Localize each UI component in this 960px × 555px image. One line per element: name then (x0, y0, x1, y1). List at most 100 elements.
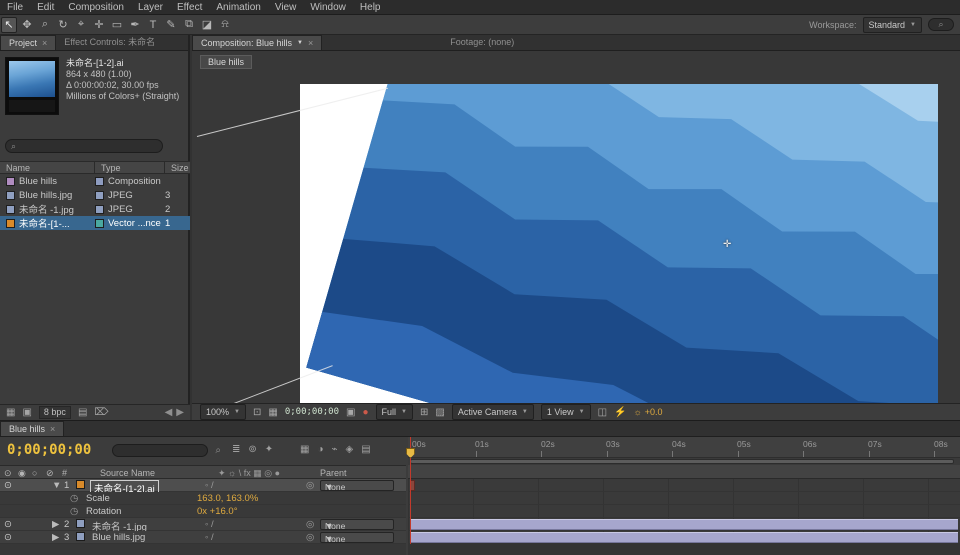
eye-icon[interactable]: ⊙ (4, 519, 12, 530)
channel-icon[interactable]: ● (362, 407, 368, 418)
tab-composition[interactable]: Composition: Blue hills ▼ × (192, 35, 322, 50)
resolution-dropdown[interactable]: Full ▼ (376, 404, 413, 420)
menu-edit[interactable]: Edit (30, 0, 61, 15)
eraser-tool-icon[interactable]: ◪ (199, 17, 215, 33)
eye-icon[interactable]: ⊙ (4, 480, 12, 491)
track-row-rotation[interactable] (408, 505, 960, 518)
layer-row-2[interactable]: ⊙ ▶ 2 未命名 -1.jpg ◦ / ◎ None ▼ (0, 518, 406, 531)
draft-3d-icon[interactable]: ⊚ (248, 444, 256, 455)
safe-guides-icon[interactable]: ⊡ (253, 407, 261, 418)
column-header-source-name[interactable]: Source Name (100, 468, 155, 478)
camera-tool-icon[interactable]: ⌖ (73, 17, 89, 33)
new-composition-icon[interactable]: ▤ (78, 407, 87, 418)
parent-dropdown[interactable]: None ▼ (320, 480, 394, 491)
project-row-untitled-ai[interactable]: 未命名-[1-... Vector ...nce 1 (0, 216, 190, 230)
menu-view[interactable]: View (268, 0, 304, 15)
close-icon[interactable]: × (308, 36, 313, 51)
scroll-left-icon[interactable]: ◀ (165, 407, 173, 418)
timeline-search-input[interactable]: ⌕ (112, 444, 208, 457)
snapshot-icon[interactable]: ▣ (346, 407, 355, 418)
layer-2-duration-bar[interactable] (410, 519, 958, 530)
zoom-tool-icon[interactable]: ⌕ (37, 17, 53, 33)
track-row-scale[interactable] (408, 492, 960, 505)
layer-switches[interactable]: ◦ / (205, 532, 214, 543)
parent-pickwhip-icon[interactable]: ◎ (306, 532, 314, 543)
region-of-interest-icon[interactable]: ⊞ (420, 407, 428, 418)
hand-tool-icon[interactable]: ✥ (19, 17, 35, 33)
frame-blend-icon[interactable]: ▦ (300, 444, 309, 455)
property-row-scale[interactable]: ◷ Scale 163.0, 163.0% (0, 492, 406, 505)
brush-tool-icon[interactable]: ✎ (163, 17, 179, 33)
brainstorm-icon[interactable]: ⌁ (332, 444, 338, 455)
twirl-closed-icon[interactable]: ▶ (52, 519, 59, 530)
exposure-control[interactable]: ☼ +0.0 (634, 407, 663, 417)
transparency-grid-icon[interactable]: ▨ (435, 407, 444, 418)
menu-composition[interactable]: Composition (61, 0, 131, 15)
pixel-aspect-icon[interactable]: ◫ (598, 407, 607, 418)
column-header-parent[interactable]: Parent (320, 468, 347, 478)
grid-icon[interactable]: ▦ (268, 407, 277, 418)
parent-dropdown[interactable]: None ▼ (320, 519, 394, 530)
magnification-dropdown[interactable]: 100% ▼ (200, 404, 246, 420)
project-row-blue-hills-jpg[interactable]: Blue hills.jpg JPEG 3 (0, 188, 190, 202)
parent-pickwhip-icon[interactable]: ◎ (306, 480, 314, 491)
layer-switches[interactable]: ◦ / (205, 519, 214, 530)
tab-timeline-blue-hills[interactable]: Blue hills × (0, 421, 64, 436)
hide-shy-icon[interactable]: ✦ (265, 444, 273, 455)
bit-depth-button[interactable]: 8 bpc (39, 406, 71, 419)
motion-blur-icon[interactable]: ◑ (317, 444, 323, 455)
auto-keyframe-icon[interactable]: ◈ (346, 444, 354, 455)
parent-pickwhip-icon[interactable]: ◎ (306, 519, 314, 530)
footage-name[interactable]: 未命名-[1-2].ai (66, 58, 186, 69)
type-tool-icon[interactable]: T (145, 17, 161, 33)
composition-mini-flowchart-icon[interactable]: ≣ (232, 444, 240, 455)
column-header-index[interactable]: # (62, 468, 67, 478)
column-header-size[interactable]: Size (165, 162, 190, 173)
graph-editor-icon[interactable]: ▤ (361, 444, 370, 455)
stopwatch-icon[interactable]: ◷ (70, 493, 78, 504)
rotated-layer-image[interactable] (306, 84, 938, 403)
interpret-footage-icon[interactable]: ▦ (6, 407, 15, 418)
mask-tool-icon[interactable]: ▭ (109, 17, 125, 33)
project-row-untitled-jpg[interactable]: 未命名 -1.jpg JPEG 2 (0, 202, 190, 216)
layer-row-3[interactable]: ⊙ ▶ 3 Blue hills.jpg ◦ / ◎ None ▼ (0, 531, 406, 544)
workspace-dropdown[interactable]: Standard ▼ (863, 17, 922, 33)
work-area-bar[interactable] (410, 459, 954, 464)
composition-canvas[interactable] (300, 84, 938, 403)
rotation-value[interactable]: 0x +16.0° (197, 506, 238, 517)
track-row-layer-2[interactable] (408, 518, 960, 531)
camera-dropdown[interactable]: Active Camera ▼ (452, 404, 534, 420)
current-time-display[interactable]: 0;00;00;00 (7, 442, 91, 458)
tab-effect-controls[interactable]: Effect Controls: 未命名 (56, 35, 163, 50)
column-header-type[interactable]: Type (95, 162, 165, 173)
layer-3-duration-bar[interactable] (410, 532, 958, 543)
property-row-rotation[interactable]: ◷ Rotation 0x +16.0° (0, 505, 406, 518)
menu-animation[interactable]: Animation (209, 0, 267, 15)
clone-stamp-tool-icon[interactable]: ⧉ (181, 17, 197, 33)
stopwatch-icon[interactable]: ◷ (70, 506, 78, 517)
twirl-open-icon[interactable]: ▼ (52, 480, 61, 491)
pen-tool-icon[interactable]: ✒ (127, 17, 143, 33)
selection-tool-icon[interactable]: ↖ (1, 17, 17, 33)
twirl-closed-icon[interactable]: ▶ (52, 532, 59, 543)
menu-window[interactable]: Window (303, 0, 353, 15)
puppet-tool-icon[interactable]: ⍾ (217, 17, 233, 33)
track-row-layer-3[interactable] (408, 531, 960, 544)
project-row-blue-hills-comp[interactable]: Blue hills Composition (0, 174, 190, 188)
rotation-tool-icon[interactable]: ↻ (55, 17, 71, 33)
menu-help[interactable]: Help (353, 0, 388, 15)
eye-icon[interactable]: ⊙ (4, 532, 12, 543)
composition-timecode[interactable]: 0;00;00;00 (285, 407, 339, 417)
tab-footage[interactable]: Footage: (none) (442, 35, 522, 50)
composition-breadcrumb[interactable]: Blue hills (200, 55, 252, 69)
workspace-search[interactable]: ⌕ (928, 18, 954, 31)
composition-viewport[interactable]: Blue hills (192, 51, 960, 403)
close-icon[interactable]: × (42, 36, 47, 51)
close-icon[interactable]: × (50, 422, 55, 437)
trash-icon[interactable]: ⌦ (94, 407, 108, 418)
scroll-right-icon[interactable]: ▶ (176, 407, 184, 418)
parent-dropdown[interactable]: None ▼ (320, 532, 394, 543)
menu-layer[interactable]: Layer (131, 0, 170, 15)
scale-value[interactable]: 163.0, 163.0% (197, 493, 258, 504)
tab-project[interactable]: Project × (0, 35, 56, 50)
